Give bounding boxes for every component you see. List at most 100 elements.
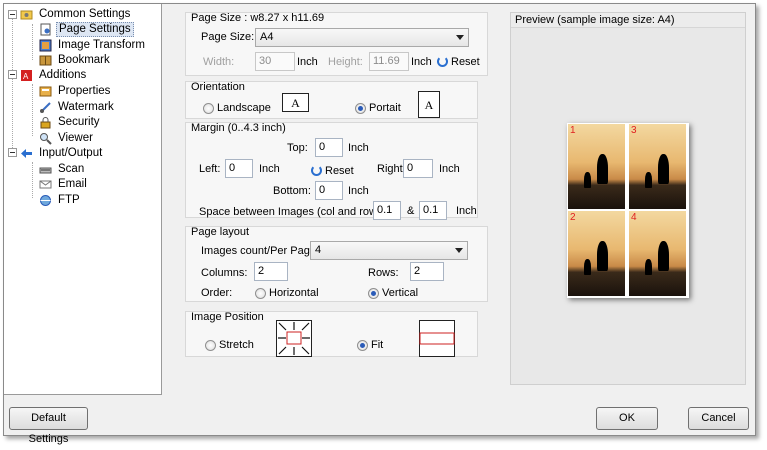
page-layout-title: Page layout (191, 226, 250, 238)
default-settings-button[interactable]: Default Settings (9, 407, 88, 445)
preview-image-2: 2 (568, 211, 625, 296)
bottom-margin-field[interactable]: 0 (315, 181, 343, 200)
stretch-label: Stretch (219, 339, 254, 351)
preview-image-4: 4 (629, 211, 686, 296)
tree-guide-line (12, 14, 13, 154)
silhouette-figure (658, 154, 669, 184)
preview-panel: Preview (sample image size: A4) 1 3 2 4 (510, 12, 746, 385)
tree-item-label: Input/Output (39, 147, 103, 159)
landscape-radio[interactable] (203, 103, 214, 114)
portrait-radio[interactable] (355, 103, 366, 114)
chevron-down-icon (456, 35, 464, 40)
reset-icon (437, 56, 448, 67)
tree-item-label: Additions (39, 69, 87, 81)
tree-item-label: Properties (58, 85, 111, 97)
height-field[interactable]: 11.69 (369, 52, 409, 71)
page-number: 4 (631, 212, 637, 223)
tree-guide-line (32, 84, 33, 136)
margin-reset-button[interactable]: Reset (325, 165, 354, 177)
svg-text:A: A (23, 72, 29, 81)
collapse-toggle[interactable] (8, 148, 17, 157)
fit-label: Fit (371, 339, 384, 351)
images-count-select[interactable]: 4 (310, 241, 468, 260)
right-unit: Inch (439, 163, 460, 175)
collapse-toggle[interactable] (8, 70, 17, 79)
silhouette-figure (645, 172, 652, 188)
left-label: Left: (199, 163, 221, 175)
vertical-radio[interactable] (368, 288, 379, 299)
tree-item-label: Image Transform (58, 39, 145, 51)
bottom-unit: Inch (348, 185, 369, 197)
tree-item-label: Viewer (58, 132, 93, 144)
scanner-icon (39, 167, 52, 174)
button-bar: Default Settings OK Cancel (4, 395, 755, 445)
fit-radio[interactable] (357, 340, 368, 351)
cancel-button[interactable]: Cancel (688, 407, 749, 430)
silhouette-figure (597, 241, 608, 271)
preview-image-3: 3 (629, 124, 686, 209)
space-row-field[interactable]: 0.1 (419, 201, 447, 220)
chevron-down-icon (455, 248, 463, 253)
ftp-icon (40, 195, 51, 206)
preview-area: 1 3 2 4 (511, 27, 745, 384)
bottom-label: Bottom: (273, 185, 311, 197)
left-unit: Inch (259, 163, 280, 175)
right-margin-field[interactable]: 0 (403, 159, 433, 178)
tree-item-label: Page Settings (56, 22, 134, 37)
preview-image-1: 1 (568, 124, 625, 209)
top-unit: Inch (348, 142, 369, 154)
orientation-title: Orientation (191, 81, 245, 93)
properties-icon (39, 86, 52, 97)
silhouette-figure (645, 259, 652, 275)
silhouette-figure (597, 154, 608, 184)
ok-button[interactable]: OK (596, 407, 658, 430)
stretch-radio[interactable] (205, 340, 216, 351)
horizontal-label: Horizontal (269, 287, 319, 299)
vertical-label: Vertical (382, 287, 419, 299)
amp-label: & (407, 205, 415, 217)
silhouette-figure (584, 259, 591, 275)
portrait-label: Portait (369, 102, 401, 114)
columns-field[interactable]: 2 (254, 262, 288, 281)
image-transform-icon (39, 39, 52, 52)
top-margin-field[interactable]: 0 (315, 138, 343, 157)
watermark-icon (40, 102, 51, 113)
silhouette-figure (658, 241, 669, 271)
page-size-label: Page Size: (201, 31, 255, 43)
horizontal-radio[interactable] (255, 288, 266, 299)
space-col-field[interactable]: 0.1 (373, 201, 401, 220)
top-label: Top: (287, 142, 308, 154)
page-size-select[interactable]: A4 (255, 28, 469, 47)
spacing-label: Space between Images (col and row) : (199, 206, 387, 218)
settings-window: Common Settings Page Settings Image Tran… (3, 3, 756, 445)
collapse-toggle[interactable] (8, 10, 17, 19)
preview-title: Preview (sample image size: A4) (515, 14, 675, 26)
bookmark-icon (39, 55, 52, 66)
page-number: 1 (570, 125, 576, 136)
tree-guide-line (32, 24, 33, 60)
pdf-additions-icon: A (21, 70, 32, 81)
fit-mode-icon (419, 320, 455, 357)
rows-label: Rows: (368, 267, 399, 279)
order-label: Order: (201, 287, 233, 299)
page-size-title: Page Size : w8.27 x h11.69 (191, 12, 325, 24)
landscape-label: Landscape (217, 102, 271, 114)
settings-folder-icon (20, 10, 33, 20)
page-size-reset-button[interactable]: Reset (451, 56, 480, 68)
settings-tree[interactable]: Common Settings Page Settings Image Tran… (4, 4, 162, 395)
image-position-title: Image Position (191, 311, 264, 323)
height-label: Height: (328, 56, 363, 68)
width-unit: Inch (297, 56, 318, 68)
page-settings-icon (40, 23, 51, 36)
rows-field[interactable]: 2 (410, 262, 444, 281)
columns-label: Columns: (201, 267, 248, 279)
tree-item-label: Watermark (58, 101, 114, 113)
tree-guide-line (32, 162, 33, 198)
tree-item-label: Scan (58, 163, 85, 175)
left-margin-field[interactable]: 0 (225, 159, 253, 178)
right-label: Right: (377, 163, 406, 175)
width-field[interactable]: 30 (255, 52, 295, 71)
margin-title: Margin (0..4.3 inch) (191, 122, 286, 134)
orientation-group: Orientation Landscape A Portait A (185, 81, 478, 119)
landscape-page-icon: A (282, 93, 309, 112)
